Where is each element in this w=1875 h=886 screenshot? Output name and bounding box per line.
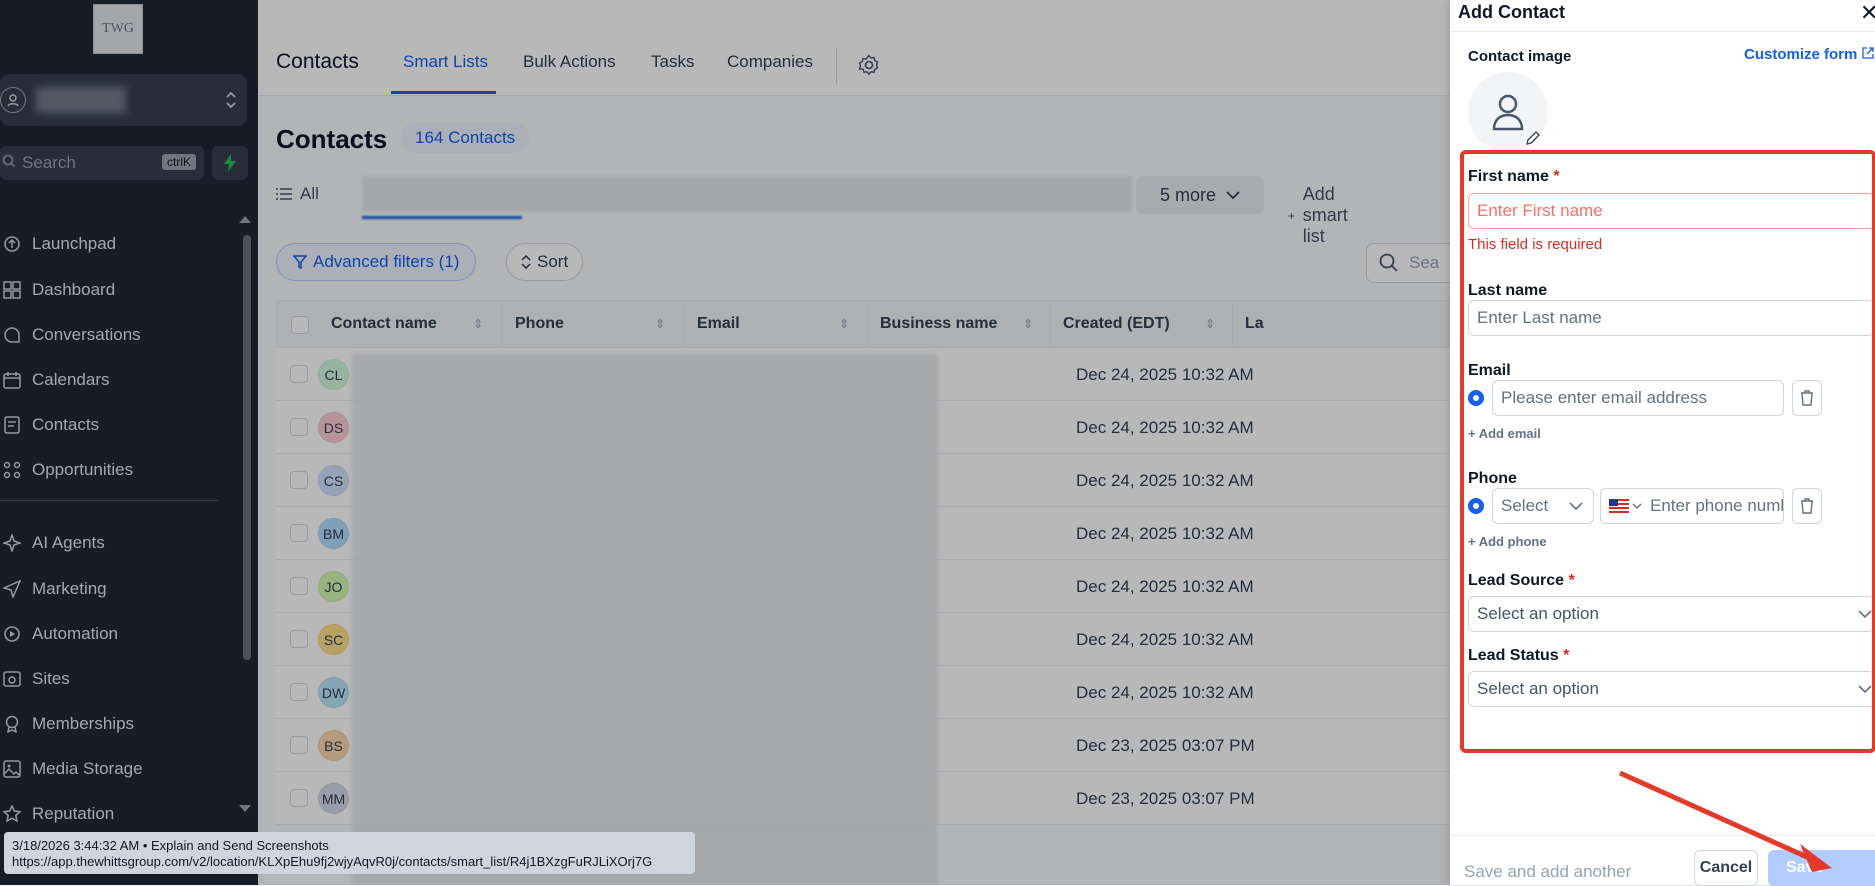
external-link-icon xyxy=(1861,47,1874,59)
save-button[interactable]: Save xyxy=(1768,850,1875,886)
cancel-button[interactable]: Cancel xyxy=(1694,850,1758,886)
modal-backdrop[interactable] xyxy=(0,0,1450,885)
annotation-highlight-box xyxy=(1460,150,1875,753)
add-contact-drawer: Add Contact ✕ Contact image Customize fo… xyxy=(1450,0,1875,886)
save-and-add-another-button[interactable]: Save and add another xyxy=(1464,862,1631,882)
edit-pencil-icon[interactable] xyxy=(1525,130,1541,151)
customize-form-link[interactable]: Customize form xyxy=(1744,46,1874,63)
drawer-title: Add Contact xyxy=(1458,2,1565,22)
drawer-header: Add Contact ✕ xyxy=(1450,0,1875,32)
contact-image-label: Contact image xyxy=(1468,48,1572,65)
drawer-footer: Save and add another Cancel Save xyxy=(1450,835,1875,886)
user-avatar-icon xyxy=(1492,94,1524,131)
screenshot-info-tooltip: 3/18/2026 3:44:32 AM • Explain and Send … xyxy=(4,832,695,874)
close-icon[interactable]: ✕ xyxy=(1860,0,1875,26)
